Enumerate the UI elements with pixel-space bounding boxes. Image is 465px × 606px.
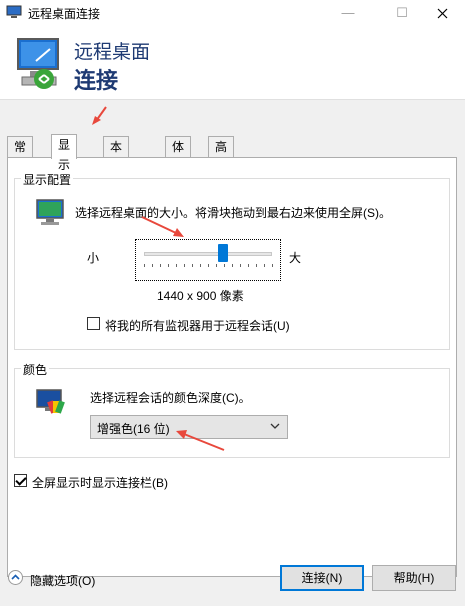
tab-experience[interactable]: 体验 — [165, 136, 192, 174]
display-size-description: 选择远程桌面的大小。将滑块拖动到最右边来使用全屏(S)。 — [75, 206, 391, 220]
slider-tick — [256, 264, 257, 267]
slider-tick — [248, 264, 249, 267]
hide-options-label[interactable]: 隐藏选项(O) — [30, 572, 95, 589]
display-tab-panel: 显示配置 选择远程桌面的大小。将滑块拖动到最右边来使用全屏(S)。 小 大 14… — [7, 157, 457, 577]
resolution-slider[interactable] — [135, 239, 281, 281]
color-depth-select[interactable]: 增强色(16 位) — [90, 415, 288, 439]
colors-group: 颜色 选择远程会话的颜色深度(C)。 增强色(16 位) — [14, 361, 450, 458]
slider-tick — [176, 264, 177, 267]
banner-title-line2: 连接 — [74, 68, 119, 93]
slider-large-label: 大 — [289, 251, 302, 265]
slider-tick — [264, 264, 265, 267]
close-icon — [437, 8, 447, 19]
connect-button[interactable]: 连接(N) — [280, 565, 364, 591]
tab-advanced[interactable]: 高级 — [208, 136, 235, 174]
slider-tick — [192, 264, 193, 267]
remote-desktop-monitor-icon — [17, 38, 59, 89]
color-depth-description: 选择远程会话的颜色深度(C)。 — [90, 391, 251, 405]
slider-tick — [184, 264, 185, 267]
color-depth-value: 增强色(16 位) — [97, 422, 170, 436]
use-all-monitors-label[interactable]: 将我的所有监视器用于远程会话(U) — [105, 317, 290, 334]
slider-tick — [144, 264, 145, 267]
slider-tick — [208, 264, 209, 267]
slider-tick — [168, 264, 169, 267]
title-bar: 远程桌面连接 — ☐ — [0, 0, 465, 25]
slider-thumb[interactable] — [218, 244, 229, 262]
slider-small-label: 小 — [87, 251, 100, 265]
show-connection-bar-label[interactable]: 全屏显示时显示连接栏(B) — [32, 474, 168, 491]
close-button[interactable] — [419, 0, 465, 25]
slider-tick — [200, 264, 201, 267]
slider-tick — [272, 264, 273, 267]
window-title: 远程桌面连接 — [28, 7, 101, 21]
monitor-icon — [36, 199, 64, 225]
chevron-down-icon — [270, 423, 280, 429]
slider-tick — [160, 264, 161, 267]
slider-tick — [216, 264, 217, 267]
header-banner: 远程桌面 连接 — [0, 25, 465, 100]
tab-display[interactable]: 显示 — [51, 134, 78, 172]
slider-tick — [240, 264, 241, 267]
slider-tick — [152, 264, 153, 267]
use-all-monitors-checkbox[interactable] — [87, 317, 100, 330]
display-config-group: 显示配置 选择远程桌面的大小。将滑块拖动到最右边来使用全屏(S)。 小 大 14… — [14, 171, 450, 350]
color-palette-icon — [36, 389, 65, 414]
show-connection-bar-checkbox[interactable] — [14, 474, 27, 487]
banner-title-line1: 远程桌面 — [74, 42, 151, 63]
dialog-body: 常规 显示 本地资源 体验 高级 显示配置 选择远程桌面的大小。将滑块拖动到最右… — [0, 100, 465, 606]
minimize-button[interactable]: — — [325, 0, 371, 25]
slider-tick — [232, 264, 233, 267]
hide-options-toggle[interactable] — [8, 570, 23, 585]
colors-legend: 颜色 — [21, 361, 50, 378]
slider-tick — [224, 264, 225, 267]
slider-track — [144, 252, 272, 256]
chevron-up-icon — [11, 574, 20, 580]
tab-local-resources[interactable]: 本地资源 — [103, 136, 130, 214]
help-button[interactable]: 帮助(H) — [372, 565, 456, 591]
resolution-readout: 1440 x 900 像素 — [157, 289, 244, 303]
remote-desktop-app-icon — [6, 5, 22, 18]
tab-general[interactable]: 常规 — [7, 136, 34, 174]
